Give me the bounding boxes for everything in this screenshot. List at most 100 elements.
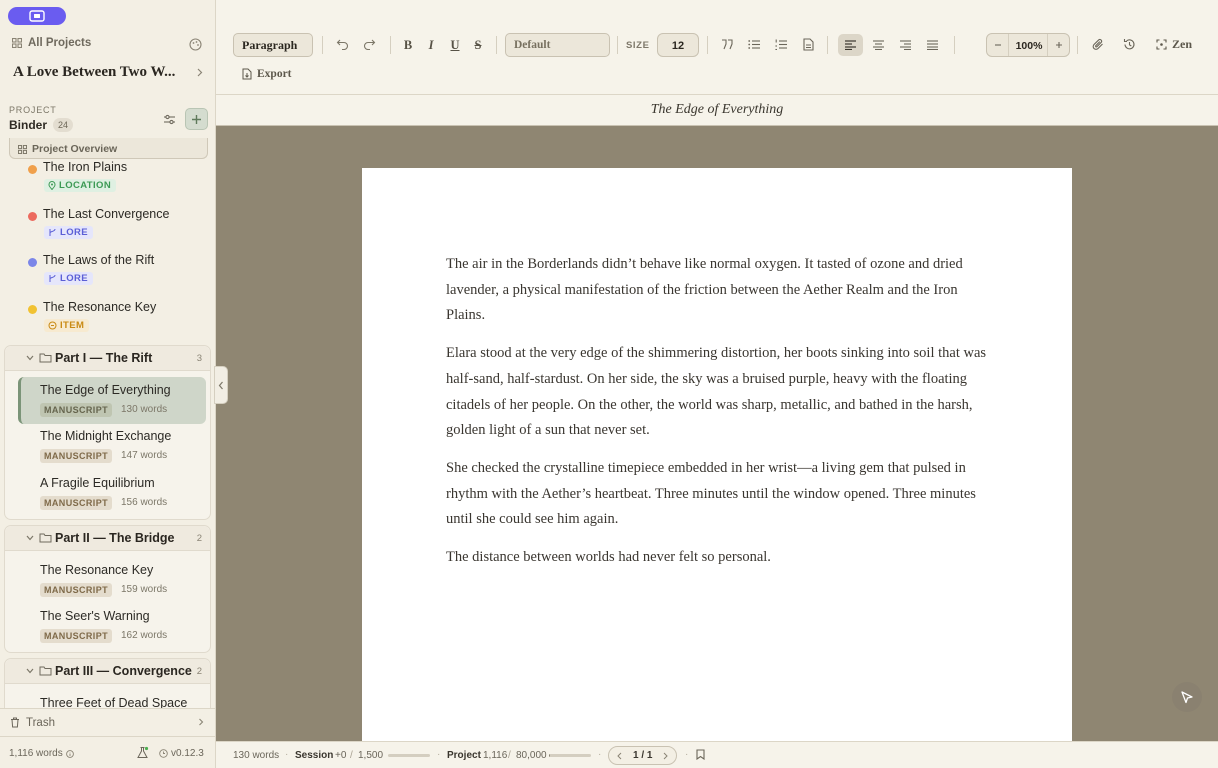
part-group: Part III — Convergence 2 Three Feet of D… — [4, 658, 211, 708]
quote-icon[interactable] — [721, 39, 733, 50]
history-icon[interactable] — [1123, 38, 1136, 51]
document-item[interactable]: Three Feet of Dead Space — [18, 690, 206, 708]
part-header[interactable]: Part III — Convergence 2 — [5, 659, 210, 684]
all-projects-link[interactable]: All Projects — [12, 37, 91, 49]
add-item-button[interactable] — [185, 108, 208, 130]
toolbar-divider — [322, 36, 323, 54]
session-progress-bar — [388, 754, 430, 757]
entity-name: The Iron Plains — [43, 160, 128, 174]
part-title: Part III — Convergence — [55, 664, 192, 678]
app-switcher-button[interactable] — [8, 7, 66, 25]
bold-button[interactable]: B — [401, 38, 415, 53]
folder-icon — [39, 532, 52, 543]
editor-toolbar: Paragraph B I U S Default SIZE 12 100% Z… — [216, 0, 1218, 95]
size-label: SIZE — [626, 40, 650, 51]
numbered-list-icon[interactable] — [775, 39, 787, 50]
binder-label: Binder — [9, 118, 48, 132]
total-word-count: 1,116 words — [9, 748, 74, 759]
paragraph[interactable]: She checked the crystalline timepiece em… — [446, 456, 992, 533]
chevron-down-icon — [26, 355, 34, 361]
word-count: 162 words — [121, 630, 168, 641]
font-family-select[interactable]: Default — [505, 33, 610, 57]
project-overview-label: Project Overview — [32, 143, 118, 155]
status-dot — [28, 165, 37, 174]
project-overview-button[interactable]: Project Overview — [9, 138, 208, 159]
undo-icon[interactable] — [336, 38, 349, 50]
align-left-icon[interactable] — [845, 40, 856, 50]
manuscript-tag: MANUSCRIPT — [40, 449, 112, 463]
toolbar-divider — [496, 36, 497, 54]
previous-page-icon[interactable] — [617, 752, 622, 760]
document-item-active[interactable]: The Edge of Everything MANUSCRIPT 130 wo… — [18, 377, 206, 424]
all-projects-label: All Projects — [28, 37, 92, 49]
toolbar-divider — [707, 36, 708, 54]
separator: · — [685, 749, 689, 760]
toolbar-divider — [617, 36, 618, 54]
version-info: v0.12.3 — [159, 748, 204, 759]
part-group: Part I — The Rift 3 The Edge of Everythi… — [4, 345, 211, 520]
paragraph[interactable]: Elara stood at the very edge of the shim… — [446, 341, 992, 444]
redo-icon[interactable] — [363, 38, 376, 50]
document-item[interactable]: The Midnight Exchange MANUSCRIPT 147 wor… — [18, 423, 206, 470]
info-icon[interactable] — [65, 749, 74, 758]
palette-icon[interactable] — [189, 38, 202, 51]
paragraph[interactable]: The air in the Borderlands didn’t behave… — [446, 252, 992, 329]
filter-sliders-icon[interactable] — [163, 113, 176, 126]
session-goal: 1,500 — [358, 750, 384, 761]
project-goal: 80,000 — [516, 750, 547, 761]
document-item[interactable]: The Seer's Warning MANUSCRIPT 162 words — [18, 603, 206, 650]
paragraph[interactable]: The distance between worlds had never fe… — [446, 545, 992, 571]
document-name: Three Feet of Dead Space — [40, 696, 188, 708]
project-words: 1,116 — [483, 750, 508, 761]
align-justify-icon[interactable] — [927, 40, 938, 50]
document-item[interactable]: The Resonance Key MANUSCRIPT 159 words — [18, 557, 206, 604]
separator: · — [285, 749, 289, 760]
toolbar-divider — [827, 36, 828, 54]
italic-button[interactable]: I — [424, 38, 438, 53]
entity-name: The Resonance Key — [43, 300, 157, 314]
document-item[interactable]: A Fragile Equilibrium MANUSCRIPT 156 wor… — [18, 470, 206, 517]
document-title-bar: The Edge of Everything — [216, 95, 1218, 126]
document-name: The Midnight Exchange — [40, 429, 172, 443]
align-center-icon[interactable] — [873, 40, 884, 50]
export-document-icon — [242, 68, 252, 80]
manuscript-page[interactable]: The air in the Borderlands didn’t behave… — [362, 168, 1072, 741]
font-size-input[interactable]: 12 — [657, 33, 699, 57]
status-dot — [28, 305, 37, 314]
entity-name: The Laws of the Rift — [43, 253, 155, 267]
trash-button[interactable]: Trash — [0, 708, 216, 736]
flask-icon[interactable] — [136, 746, 149, 759]
sidebar-collapse-handle[interactable] — [214, 366, 228, 404]
bullet-list-icon[interactable] — [748, 39, 760, 50]
section-label: PROJECT — [9, 105, 57, 115]
floating-cursor-button[interactable] — [1172, 682, 1202, 712]
word-count: 156 words — [121, 497, 168, 508]
project-title-row[interactable]: A Love Between Two W... — [13, 64, 203, 81]
document-name: The Edge of Everything — [40, 383, 171, 397]
zoom-in-button[interactable] — [1047, 34, 1069, 56]
app-window-icon — [29, 10, 45, 22]
attachment-icon[interactable] — [1092, 38, 1105, 51]
underline-button[interactable]: U — [448, 38, 462, 53]
export-button[interactable]: Export — [242, 68, 292, 80]
paragraph-style-select[interactable]: Paragraph — [233, 33, 313, 57]
export-label: Export — [257, 68, 292, 80]
document-title[interactable]: The Edge of Everything — [651, 102, 784, 118]
zoom-level: 100% — [1015, 40, 1043, 52]
tag-badge: LORE — [44, 272, 93, 285]
trash-label: Trash — [26, 716, 55, 729]
next-page-icon[interactable] — [663, 752, 668, 760]
project-progress-bar — [549, 754, 591, 757]
strikethrough-button[interactable]: S — [471, 38, 485, 53]
zoom-out-button[interactable] — [987, 34, 1009, 56]
part-header[interactable]: Part I — The Rift 3 — [5, 346, 210, 371]
align-right-icon[interactable] — [900, 40, 911, 50]
part-header[interactable]: Part II — The Bridge 2 — [5, 526, 210, 551]
document-name: The Seer's Warning — [40, 609, 150, 623]
page-break-icon[interactable] — [803, 38, 814, 51]
document-name: The Resonance Key — [40, 563, 154, 577]
binder-tree[interactable]: Project Overview The Iron Plains LOCATIO… — [0, 138, 216, 708]
zen-mode-button[interactable]: Zen — [1156, 37, 1192, 52]
bookmark-icon[interactable] — [696, 749, 705, 760]
entity-name: The Last Convergence — [43, 207, 170, 221]
